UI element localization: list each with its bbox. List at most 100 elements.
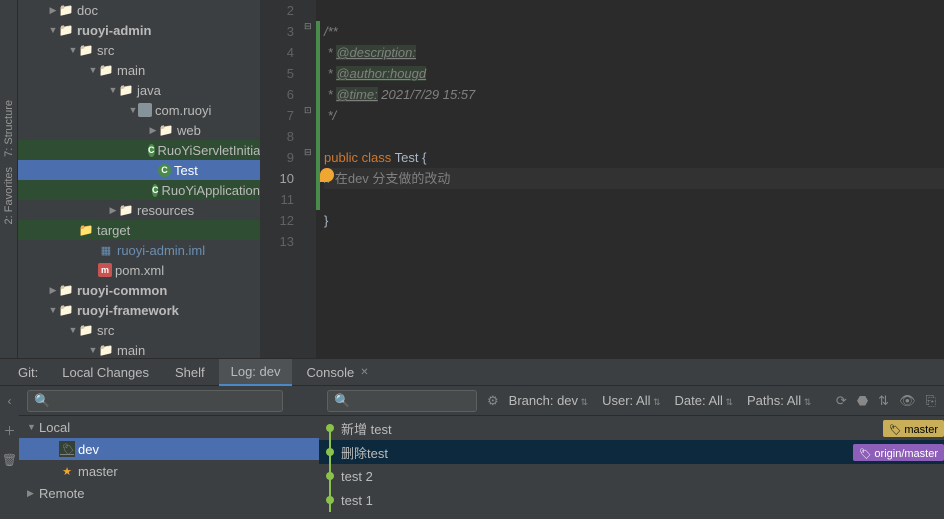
refresh-icon[interactable]: ⟳ (836, 393, 847, 409)
structure-tool[interactable]: 7: Structure (3, 100, 15, 157)
tab-shelf[interactable]: Shelf (163, 359, 217, 386)
favorites-tool[interactable]: 2: Favorites (3, 167, 15, 224)
code-area[interactable]: /** * @description: * @author:hougd * @t… (320, 0, 944, 358)
commits-panel: ⚙ Branch: dev User: All Date: All Paths:… (319, 386, 944, 519)
tree-item[interactable]: src (18, 320, 260, 340)
fold-icon[interactable]: ⊡ (304, 105, 312, 116)
commit-row[interactable]: test 2 (319, 464, 944, 488)
folder-icon (58, 302, 74, 318)
project-tree[interactable]: docruoyi-admin src main java com.ruoyi web Ruo… (18, 0, 260, 358)
tree-arrow-icon[interactable] (88, 345, 98, 355)
log-toolbar: ‹ ＋ 🗑 (0, 386, 19, 519)
tree-item[interactable]: target (18, 220, 260, 240)
iml-icon (98, 242, 114, 258)
branch-row[interactable]: dev (19, 438, 319, 460)
branch-label: Remote (39, 486, 85, 501)
tree-arrow-icon[interactable] (48, 5, 58, 16)
tab-local-changes[interactable]: Local Changes (50, 359, 161, 386)
filter-user[interactable]: User: All (602, 393, 660, 408)
cls-icon (158, 164, 171, 177)
branch-row[interactable]: ▼Local (19, 416, 319, 438)
commit-row[interactable]: 删除testorigin/master (319, 440, 944, 464)
filter-paths[interactable]: Paths: All (747, 393, 811, 408)
tree-item[interactable]: resources (18, 200, 260, 220)
filter-branch[interactable]: Branch: dev (509, 393, 588, 408)
tree-item[interactable]: web (18, 120, 260, 140)
tree-item[interactable]: ruoyi-common (18, 280, 260, 300)
gutter: 2345678910111213 (260, 0, 302, 358)
branch-label: Local (39, 420, 70, 435)
tree-item[interactable]: main (18, 60, 260, 80)
tree-arrow-icon[interactable] (88, 65, 98, 75)
pkg-icon (138, 103, 152, 117)
commit-row[interactable]: test 1 (319, 488, 944, 512)
folder-icon (58, 2, 74, 18)
tree-arrow-icon[interactable] (48, 305, 58, 315)
tree-arrow-icon[interactable] (48, 285, 58, 296)
fold-icon[interactable]: ⊟ (304, 21, 312, 32)
folder-icon (118, 82, 134, 98)
commit-message: 新增 test (337, 419, 877, 438)
tree-item[interactable]: pom.xml (18, 260, 260, 280)
cls-icon (148, 144, 155, 157)
add-icon[interactable]: ＋ (3, 422, 15, 439)
tree-item[interactable]: ruoyi-framework (18, 300, 260, 320)
tree-label: main (117, 343, 145, 358)
commit-row[interactable]: 新增 testmaster (319, 416, 944, 440)
branch-label: master (78, 464, 118, 479)
delete-icon[interactable]: 🗑 (2, 453, 17, 467)
close-icon[interactable]: ✕ (360, 367, 368, 378)
star-icon (59, 463, 75, 479)
tree-label: target (97, 223, 130, 238)
cherry-pick-icon[interactable]: ⬣ (857, 393, 868, 409)
folder-icon (98, 342, 114, 358)
tree-label: resources (137, 203, 194, 218)
tree-item[interactable]: java (18, 80, 260, 100)
tree-arrow-icon[interactable] (68, 325, 78, 335)
filter-date[interactable]: Date: All (675, 393, 733, 408)
fold-icon[interactable]: ⊟ (304, 147, 312, 158)
commit-search-input[interactable] (327, 390, 477, 412)
tree-item[interactable]: com.ruoyi (18, 100, 260, 120)
tree-item[interactable]: ruoyi-admin (18, 20, 260, 40)
tree-label: web (177, 123, 201, 138)
tree-item[interactable]: ruoyi-admin.iml (18, 240, 260, 260)
tree-item[interactable]: Test (18, 160, 260, 180)
back-icon[interactable]: ‹ (8, 394, 12, 408)
tree-label: src (97, 43, 114, 58)
tree-item[interactable]: doc (18, 0, 260, 20)
tree-label: ruoyi-admin.iml (117, 243, 205, 258)
branch-row[interactable]: ▶Remote (19, 482, 319, 504)
commit-message: test 1 (337, 493, 944, 508)
tree-arrow-icon[interactable] (108, 85, 118, 95)
tree-arrow-icon[interactable] (68, 45, 78, 55)
intention-bulb-icon[interactable] (320, 168, 334, 182)
folder-o-icon (78, 222, 94, 238)
tree-arrow-icon[interactable] (128, 105, 138, 115)
merge-icon[interactable]: ⇅ (878, 393, 889, 409)
branch-search-input[interactable] (27, 390, 283, 412)
tab-log[interactable]: Log: dev (219, 359, 293, 386)
tree-label: com.ruoyi (155, 103, 211, 118)
tab-console[interactable]: Console✕ (294, 359, 380, 386)
tree-arrow-icon[interactable] (148, 125, 158, 136)
tree-arrow-icon[interactable] (108, 205, 118, 216)
git-label: Git: (8, 365, 48, 380)
tree-item[interactable]: RuoYiApplication (18, 180, 260, 200)
fold-strip: ⊟ ⊡ ⊟ (302, 0, 316, 358)
eye-icon[interactable]: 👁 (899, 393, 916, 409)
gear-icon[interactable]: ⚙ (487, 393, 499, 409)
collapse-icon[interactable]: ⎘ (926, 393, 936, 409)
tree-label: Test (174, 163, 198, 178)
tree-item[interactable]: main (18, 340, 260, 358)
arrow-icon[interactable]: ▼ (27, 422, 39, 432)
tree-label: java (137, 83, 161, 98)
tree-item[interactable]: src (18, 40, 260, 60)
tree-arrow-icon[interactable] (48, 25, 58, 35)
folder-icon (78, 42, 94, 58)
tree-item[interactable]: RuoYiServletInitializer (18, 140, 260, 160)
arrow-icon[interactable]: ▶ (27, 488, 39, 499)
branch-row[interactable]: master (19, 460, 319, 482)
tree-label: RuoYiServletInitializer (158, 143, 261, 158)
graph-node (323, 416, 337, 440)
